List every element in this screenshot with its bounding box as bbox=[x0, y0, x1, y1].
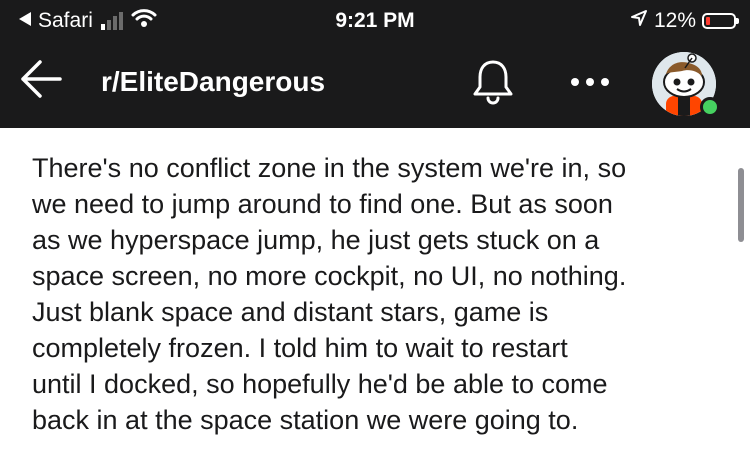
back-button[interactable] bbox=[18, 56, 64, 102]
app-header: Safari 9:21 PM 12% r/EliteDangerous bbox=[0, 0, 750, 128]
back-app-label: Safari bbox=[38, 9, 93, 32]
battery-icon bbox=[702, 13, 739, 29]
post-body-text: There's no conflict zone in the system w… bbox=[32, 153, 627, 435]
subreddit-title[interactable]: r/EliteDangerous bbox=[101, 64, 325, 100]
more-options-button[interactable] bbox=[568, 64, 612, 100]
online-status-dot bbox=[700, 97, 720, 117]
scrollbar[interactable] bbox=[738, 168, 744, 242]
notifications-button[interactable] bbox=[468, 56, 518, 106]
back-to-app-icon bbox=[18, 9, 32, 33]
more-dots-icon bbox=[571, 78, 609, 86]
location-arrow-icon bbox=[630, 9, 648, 33]
battery-level bbox=[706, 17, 710, 25]
bell-icon bbox=[473, 60, 513, 105]
wifi-icon bbox=[131, 8, 157, 34]
cellular-signal-icon bbox=[100, 12, 123, 30]
battery-percent: 12% bbox=[653, 9, 696, 32]
status-bar-left[interactable]: Safari bbox=[18, 8, 157, 34]
status-bar-right: 12% bbox=[630, 8, 739, 34]
back-arrow-icon bbox=[21, 60, 62, 98]
